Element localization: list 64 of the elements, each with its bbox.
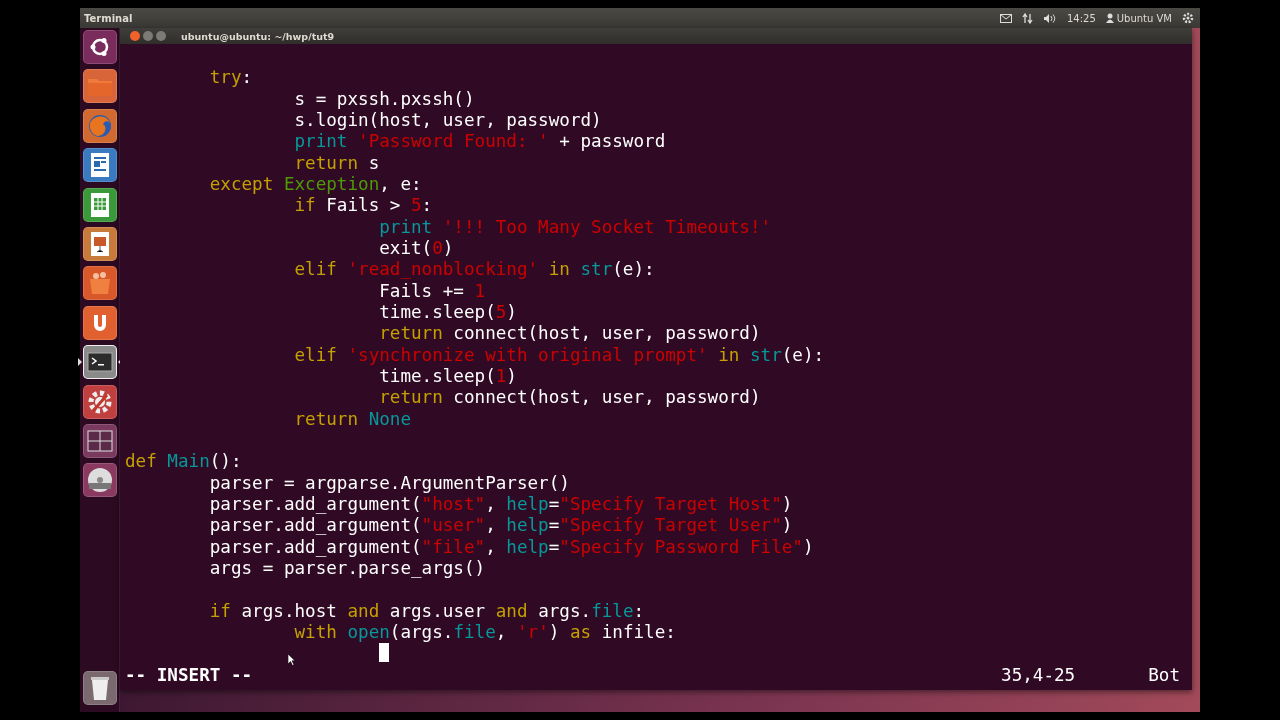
code-line: args = parser.parse_args() (208, 557, 487, 580)
code-line: def Main(): (125, 451, 243, 473)
launcher-item[interactable] (82, 108, 117, 143)
code-line: with open(args.file, 'r') as infile: (293, 621, 677, 644)
code-line: parser.add_argument("user", help="Specify Target User") (208, 515, 794, 537)
code-line: exit(0) (378, 237, 455, 260)
code-line: parser.add_argument("host", help="Specify Target Host") (208, 493, 794, 516)
launcher-item[interactable] (82, 30, 117, 64)
close-button[interactable] (130, 31, 140, 41)
ubuntu-logo-icon (88, 36, 111, 58)
presentation-icon (88, 230, 111, 257)
code-line: elif 'read_nonblocking' in str(e): (293, 259, 656, 281)
code-line: print '!!! Too Many Socket Timeouts!' (378, 216, 773, 238)
window-title: ubuntu@ubuntu: ~/hwp/tut9 (181, 30, 335, 42)
launcher-item[interactable] (82, 266, 117, 301)
code-line: elif 'synchronize with original prompt' in str(e): (293, 344, 826, 366)
launcher-item[interactable] (82, 423, 117, 458)
launcher-item[interactable] (82, 384, 117, 419)
code-line: return None (293, 408, 412, 430)
code-line: Fails += 1 (378, 280, 487, 302)
trash-icon (88, 675, 111, 701)
cursor-position: 35,4-25 (1001, 664, 1076, 686)
launcher-item[interactable] (82, 463, 117, 498)
code-line: s.login(host, user, password) (293, 110, 603, 132)
code-line: return s (293, 152, 381, 174)
code-line: return connect(host, user, password) (378, 323, 762, 345)
scroll-position: Bot (1148, 664, 1180, 686)
user-name[interactable]: Ubuntu VM (1116, 12, 1172, 24)
code-line: if args.host and args.user and args.file: (208, 600, 646, 622)
launcher-item[interactable] (82, 69, 117, 104)
spreadsheet-icon (88, 191, 111, 218)
code-line: except Exception, e: (208, 173, 423, 196)
code-line: time.sleep(5) (378, 301, 518, 324)
code-line: s = pxssh.pxssh() (293, 88, 476, 110)
terminal-icon (86, 352, 113, 373)
maximize-button[interactable] (156, 31, 166, 41)
launcher-item[interactable] (82, 226, 117, 261)
mouse-pointer-icon (288, 654, 296, 666)
code-line: parser = argparse.ArgumentParser() (208, 472, 571, 494)
gear-wrench-icon (86, 388, 113, 415)
up-down-arrows-icon[interactable] (1021, 12, 1033, 24)
mail-icon[interactable] (999, 13, 1012, 23)
minimize-button[interactable] (143, 31, 153, 41)
code-line: parser.add_argument("file", help="Specify Password File") (208, 536, 815, 558)
code-line: return connect(host, user, password) (378, 387, 762, 409)
disc-icon (85, 466, 114, 495)
document-icon (88, 152, 111, 179)
volume-icon[interactable] (1042, 12, 1057, 24)
launcher-item[interactable] (82, 187, 117, 222)
globe-icon (86, 112, 113, 139)
app-name: Terminal (84, 12, 133, 24)
launcher-item[interactable] (82, 671, 117, 705)
text-cursor (379, 643, 390, 663)
settings-icon[interactable] (1182, 12, 1194, 24)
launcher-item[interactable] (82, 148, 117, 183)
mode-indicator: -- INSERT -- (125, 664, 253, 686)
code-line: try: (208, 67, 254, 89)
workspaces-icon (86, 429, 113, 452)
code-line: time.sleep(1) (378, 365, 518, 388)
code-line: print 'Password Found: ' + password (293, 131, 667, 153)
launcher-item[interactable] (82, 305, 117, 340)
code-line: if Fails > 5: (293, 195, 434, 217)
user-icon (1105, 13, 1114, 23)
clock[interactable]: 14:25 (1066, 12, 1096, 24)
